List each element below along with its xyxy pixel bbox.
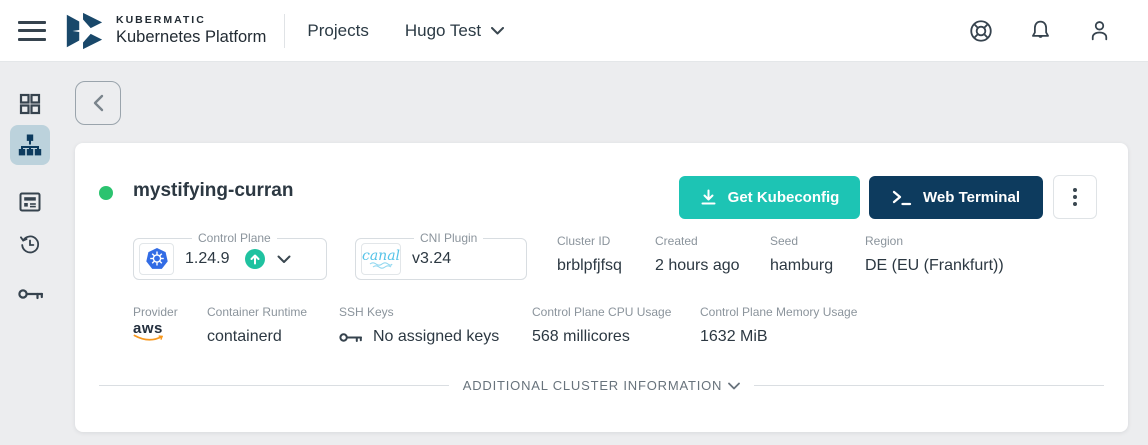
container-runtime-value: containerd — [207, 328, 282, 345]
ssh-keys-value: No assigned keys — [373, 328, 500, 345]
cluster-actions-menu-button[interactable] — [1053, 175, 1097, 219]
web-terminal-button[interactable]: Web Terminal — [869, 176, 1043, 219]
header-divider — [284, 13, 286, 48]
cluster-tree-icon — [18, 133, 42, 157]
memory-usage-value: 1632 MiB — [700, 328, 768, 345]
memory-usage-label: Control Plane Memory Usage — [700, 305, 858, 319]
menu-icon[interactable] — [18, 20, 46, 41]
key-icon — [339, 331, 363, 344]
cni-plugin-box: CNI Plugin canal v3.24 — [355, 231, 527, 280]
chevron-down-icon — [491, 26, 505, 35]
grid-icon — [18, 92, 42, 116]
back-button[interactable] — [75, 81, 121, 125]
ssh-keys-field: SSH Keys No assigned keys — [339, 305, 499, 346]
sidebar-item-news[interactable] — [18, 190, 42, 214]
sidebar-item-clusters[interactable] — [10, 125, 50, 165]
web-terminal-label: Web Terminal — [923, 189, 1020, 206]
created-value: 2 hours ago — [655, 257, 740, 274]
provider-label: Provider — [133, 305, 178, 319]
cpu-usage-label: Control Plane CPU Usage — [532, 305, 672, 319]
help-icon[interactable] — [968, 18, 994, 44]
region-label: Region — [865, 234, 904, 248]
memory-usage-field: Control Plane Memory Usage 1632 MiB — [700, 305, 857, 346]
control-plane-version: 1.24.9 — [185, 250, 230, 267]
canal-logo-text: canal — [361, 247, 401, 264]
top-header: KUBERMATIC Kubernetes Platform Projects … — [0, 0, 1148, 62]
additional-cluster-information-toggle[interactable]: ADDITIONAL CLUSTER INFORMATION — [99, 378, 1104, 393]
user-icon[interactable] — [1086, 18, 1112, 44]
brand-line2: Kubernetes Platform — [116, 27, 267, 46]
cluster-id-label: Cluster ID — [557, 234, 611, 248]
cluster-id-value: brblpfjfsq — [557, 257, 622, 274]
back-chevron-icon — [93, 94, 104, 112]
divider-line — [754, 385, 1104, 386]
cni-plugin-version: v3.24 — [412, 250, 452, 267]
chevron-down-icon — [728, 382, 741, 390]
history-icon — [18, 232, 42, 256]
region-field: Region DE (EU (Frankfurt)) — [865, 234, 1004, 275]
control-plane-label: Control Plane — [192, 231, 277, 245]
container-runtime-label: Container Runtime — [207, 305, 308, 319]
project-selector-value: Hugo Test — [404, 20, 482, 40]
nav-projects[interactable]: Projects — [307, 21, 368, 41]
status-dot — [99, 186, 113, 200]
cpu-usage-value: 568 millicores — [532, 328, 630, 345]
header-actions — [968, 18, 1112, 44]
key-icon — [18, 287, 44, 301]
container-runtime-field: Container Runtime containerd — [207, 305, 307, 346]
bell-icon[interactable] — [1027, 18, 1053, 44]
sidebar — [0, 62, 61, 445]
cluster-name: mystifying-curran — [133, 180, 294, 201]
kebab-menu-icon — [1073, 188, 1077, 192]
created-field: Created 2 hours ago — [655, 234, 740, 275]
control-plane-version-dropdown[interactable]: Control Plane 1.24.9 — [133, 231, 327, 280]
chevron-down-icon[interactable] — [277, 255, 291, 264]
cluster-card: mystifying-curran Get Kubeconfig Web Ter… — [75, 143, 1128, 432]
seed-field: Seed hamburg — [770, 234, 833, 275]
divider-line — [99, 385, 449, 386]
form-icon — [18, 190, 42, 214]
terminal-icon — [892, 190, 912, 206]
canal-logo: canal — [361, 243, 401, 275]
provider-value: aws — [133, 320, 163, 337]
cluster-id-field: Cluster ID brblpfjfsq — [557, 234, 622, 275]
sidebar-item-ssh-keys[interactable] — [18, 287, 44, 311]
ssh-keys-label: SSH Keys — [339, 305, 394, 319]
kubernetes-icon — [139, 243, 174, 275]
brand-line1: KUBERMATIC — [116, 13, 206, 26]
created-label: Created — [655, 234, 698, 248]
sidebar-item-dashboard[interactable] — [18, 92, 42, 116]
provider-field: Provider aws — [133, 305, 178, 342]
download-icon — [700, 189, 717, 206]
seed-value: hamburg — [770, 257, 834, 274]
sidebar-item-history[interactable] — [18, 232, 42, 256]
aws-logo: aws — [133, 320, 178, 342]
kubermatic-logo[interactable] — [63, 10, 105, 52]
region-value: DE (EU (Frankfurt)) — [865, 257, 1004, 274]
get-kubeconfig-button[interactable]: Get Kubeconfig — [679, 176, 860, 219]
brand-text: KUBERMATIC Kubernetes Platform — [116, 14, 266, 48]
cpu-usage-field: Control Plane CPU Usage 568 millicores — [532, 305, 671, 346]
seed-label: Seed — [770, 234, 799, 248]
cni-plugin-label: CNI Plugin — [414, 231, 484, 245]
additional-info-label: ADDITIONAL CLUSTER INFORMATION — [462, 378, 723, 393]
upgrade-arrow-icon[interactable] — [245, 249, 266, 269]
project-selector[interactable]: Hugo Test — [404, 20, 505, 41]
get-kubeconfig-label: Get Kubeconfig — [727, 189, 840, 206]
